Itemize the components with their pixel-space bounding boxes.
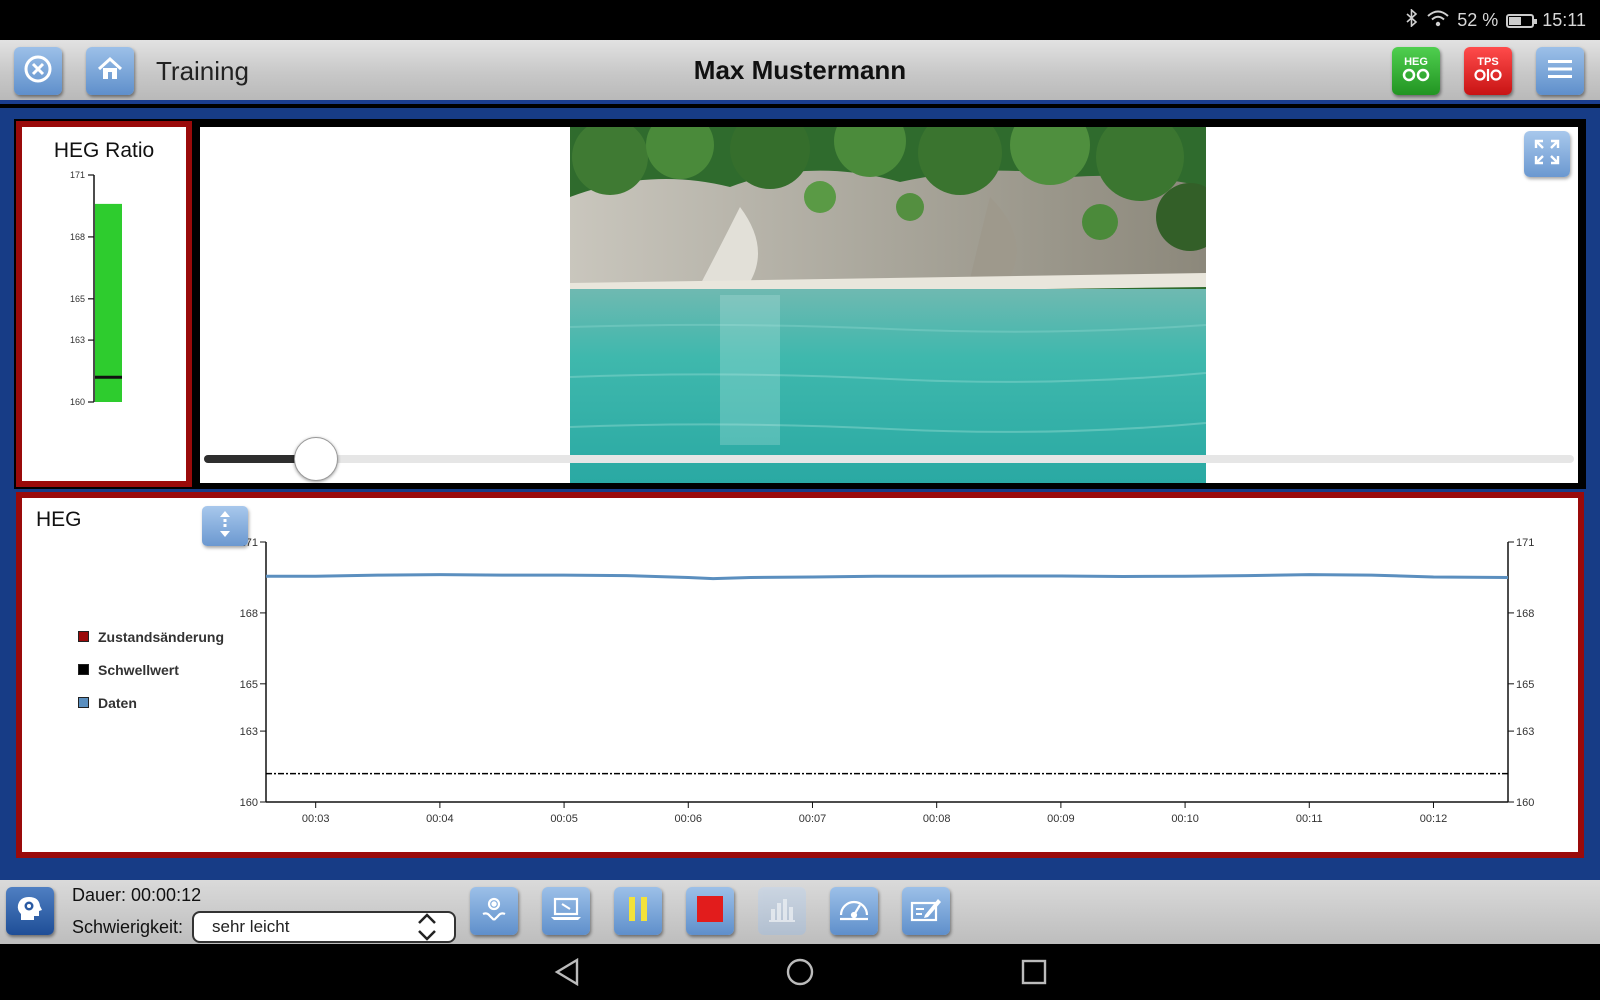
x-tick-label: 00:06 bbox=[675, 813, 703, 825]
ratio-tick-label: 163 bbox=[70, 335, 85, 345]
left-y-tick-label: 168 bbox=[240, 608, 258, 620]
x-tick-label: 00:07 bbox=[799, 813, 827, 825]
device-link-icon bbox=[1401, 68, 1431, 85]
clock: 15:11 bbox=[1542, 10, 1586, 30]
axis-scale-button[interactable] bbox=[202, 506, 248, 546]
fullscreen-button[interactable] bbox=[1524, 131, 1570, 177]
hamburger-menu-icon bbox=[1547, 58, 1573, 85]
legend-swatch bbox=[78, 664, 89, 675]
menu-button[interactable] bbox=[1536, 47, 1584, 95]
x-tick-label: 00:03 bbox=[302, 813, 330, 825]
ratio-tick-label: 160 bbox=[70, 397, 85, 407]
x-tick-label: 00:04 bbox=[426, 813, 454, 825]
video-player[interactable] bbox=[200, 127, 1578, 483]
heg-ratio-chart: 171 168 165 163 160 bbox=[70, 170, 122, 407]
legend-label: Zustandsänderung bbox=[98, 628, 225, 645]
statistics-button[interactable] bbox=[758, 887, 806, 935]
x-tick-label: 00:05 bbox=[550, 813, 578, 825]
chart-legend: Zustandsänderung Schwellwert Daten bbox=[78, 620, 224, 719]
heg-ratio-panel: HEG Ratio 171 168 165 163 160 bbox=[16, 121, 192, 487]
screen-feedback-button[interactable] bbox=[542, 887, 590, 935]
ratio-tick-label: 165 bbox=[70, 294, 85, 304]
hand-gear-icon bbox=[479, 894, 509, 929]
home-circle-icon[interactable] bbox=[786, 958, 814, 991]
x-tick-label: 00:08 bbox=[923, 813, 951, 825]
home-icon bbox=[96, 56, 124, 87]
legend-label: Schwellwert bbox=[98, 661, 179, 678]
heg-device-button[interactable]: HEG bbox=[1392, 47, 1440, 95]
vertical-scale-icon bbox=[218, 510, 232, 543]
beach-video-frame bbox=[570, 127, 1206, 483]
device-switch-icon bbox=[1473, 69, 1503, 85]
notes-button[interactable] bbox=[902, 887, 950, 935]
up-down-chevron-icon bbox=[416, 913, 438, 941]
status-bar: 52 % 15:11 bbox=[0, 0, 1600, 40]
app-root: 52 % 15:11 Training Max Mustermann HEG T… bbox=[0, 0, 1600, 1000]
bar-chart-icon bbox=[767, 895, 797, 928]
heg-chart-title: HEG bbox=[36, 508, 82, 531]
heg-badge-label: HEG bbox=[1404, 56, 1428, 68]
expand-icon bbox=[1533, 138, 1561, 171]
video-seek-thumb[interactable] bbox=[294, 437, 339, 481]
heg-line-chart: 17116816516316017116816516316000:03 00:04… bbox=[240, 537, 1535, 825]
battery-percent: 52 % bbox=[1457, 10, 1499, 30]
right-y-tick-label: 160 bbox=[1516, 797, 1534, 809]
video-seek-bar[interactable] bbox=[204, 437, 1574, 481]
reward-settings-button[interactable] bbox=[470, 887, 518, 935]
difficulty-label: Schwierigkeit: bbox=[72, 917, 184, 937]
pause-icon bbox=[626, 895, 650, 928]
home-button[interactable] bbox=[86, 47, 134, 95]
left-y-tick-label: 160 bbox=[240, 797, 258, 809]
left-y-tick-label: 163 bbox=[240, 726, 258, 738]
stop-button[interactable] bbox=[686, 887, 734, 935]
laptop-icon bbox=[550, 896, 582, 927]
back-triangle-icon[interactable] bbox=[554, 957, 580, 991]
x-tick-label: 00:09 bbox=[1047, 813, 1075, 825]
x-tick-label: 00:10 bbox=[1171, 813, 1199, 825]
legend-swatch bbox=[78, 631, 89, 642]
difficulty-value: sehr leicht bbox=[212, 917, 290, 936]
profile-button[interactable] bbox=[6, 887, 54, 935]
system-navigation-bar bbox=[0, 944, 1600, 1000]
bluetooth-icon bbox=[1405, 8, 1419, 32]
right-y-tick-label: 168 bbox=[1516, 608, 1534, 620]
battery-icon bbox=[1506, 13, 1538, 28]
screen-title: Training bbox=[156, 56, 249, 86]
stop-icon bbox=[695, 894, 725, 929]
brain-gear-icon bbox=[15, 894, 45, 929]
edit-pen-icon bbox=[910, 895, 942, 928]
x-tick-label: 00:11 bbox=[1296, 813, 1323, 825]
difficulty-select[interactable]: sehr leicht bbox=[192, 911, 456, 943]
legend-item-data: Daten bbox=[78, 686, 224, 719]
ratio-tick-label: 168 bbox=[70, 232, 85, 242]
right-y-tick-label: 165 bbox=[1516, 679, 1534, 691]
x-tick-label: 00:12 bbox=[1420, 813, 1448, 825]
heg-ratio-bar bbox=[95, 203, 122, 402]
close-button[interactable] bbox=[14, 47, 62, 95]
bottom-control-bar: Dauer: 00:00:12 Schwierigkeit: sehr leic… bbox=[0, 880, 1600, 944]
tps-badge-label: TPS bbox=[1477, 56, 1499, 68]
heg-chart-panel: 171 168 165 163 160 171 168 165 163 160 00:03 00:04… bbox=[16, 492, 1584, 858]
gauge-icon bbox=[838, 895, 870, 928]
legend-swatch bbox=[78, 697, 89, 708]
session-duration: Dauer: 00:00:12 bbox=[72, 885, 202, 905]
ratio-tick-label: 171 bbox=[70, 170, 85, 180]
top-bar: Training Max Mustermann HEG TPS bbox=[0, 40, 1600, 104]
data-line bbox=[266, 573, 1509, 581]
close-icon bbox=[23, 54, 53, 89]
left-y-tick-label: 165 bbox=[240, 679, 258, 691]
recents-square-icon[interactable] bbox=[1020, 958, 1048, 991]
legend-item-threshold: Schwellwert bbox=[78, 653, 224, 686]
threshold-gauge-button[interactable] bbox=[830, 887, 878, 935]
tps-device-button[interactable]: TPS bbox=[1464, 47, 1512, 95]
right-y-tick-label: 163 bbox=[1516, 726, 1534, 738]
legend-item-state-change: Zustandsänderung bbox=[78, 620, 224, 653]
right-y-tick-label: 171 bbox=[1516, 537, 1534, 549]
legend-label: Daten bbox=[98, 694, 137, 711]
pause-button[interactable] bbox=[614, 887, 662, 935]
wifi-icon bbox=[1427, 9, 1449, 32]
